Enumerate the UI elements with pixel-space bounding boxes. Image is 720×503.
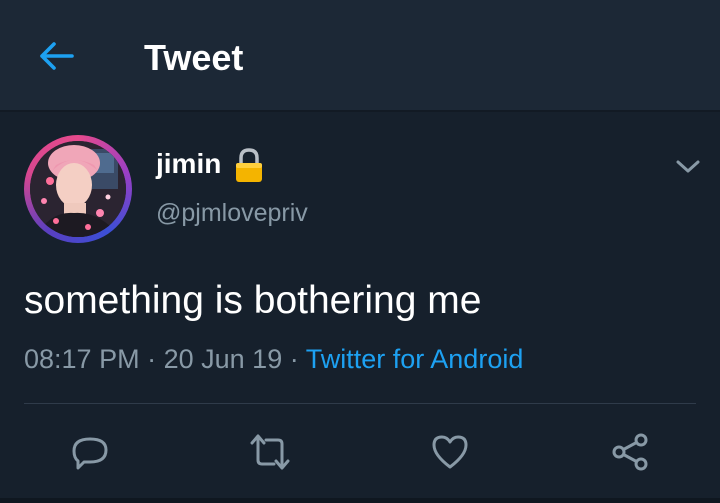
back-button[interactable] — [30, 34, 82, 78]
tweet-text: something is bothering me — [24, 279, 482, 322]
avatar[interactable] — [24, 135, 132, 243]
tweet-detail-screen: Tweet jimin @pjmlovepriv something is bo… — [0, 0, 720, 503]
heart-icon — [432, 435, 468, 469]
bottom-divider — [0, 498, 720, 503]
retweet-button[interactable] — [246, 428, 294, 476]
tweet-options-button[interactable] — [668, 150, 708, 184]
user-display-name[interactable]: jimin — [156, 148, 221, 180]
avatar-image — [30, 141, 126, 237]
divider — [24, 403, 696, 404]
tweet-source-link[interactable]: Twitter for Android — [306, 344, 524, 374]
user-handle[interactable]: @pjmlovepriv — [156, 198, 308, 228]
chevron-down-icon — [676, 160, 700, 173]
meta-separator: · — [289, 344, 299, 374]
meta-separator: · — [147, 344, 157, 374]
reply-button[interactable] — [66, 428, 114, 476]
lock-icon — [232, 148, 266, 184]
page-title: Tweet — [144, 37, 244, 78]
tweet-date: 20 Jun 19 — [163, 344, 283, 374]
share-icon — [612, 433, 648, 471]
like-button[interactable] — [426, 428, 474, 476]
share-button[interactable] — [606, 428, 654, 476]
tweet-metadata: 08:17 PM · 20 Jun 19 · Twitter for Andro… — [24, 342, 523, 376]
retweet-icon — [250, 434, 290, 470]
top-app-bar: Tweet — [0, 0, 720, 112]
arrow-left-icon — [40, 42, 74, 70]
tweet-time: 08:17 PM — [24, 344, 140, 374]
reply-icon — [72, 437, 108, 470]
